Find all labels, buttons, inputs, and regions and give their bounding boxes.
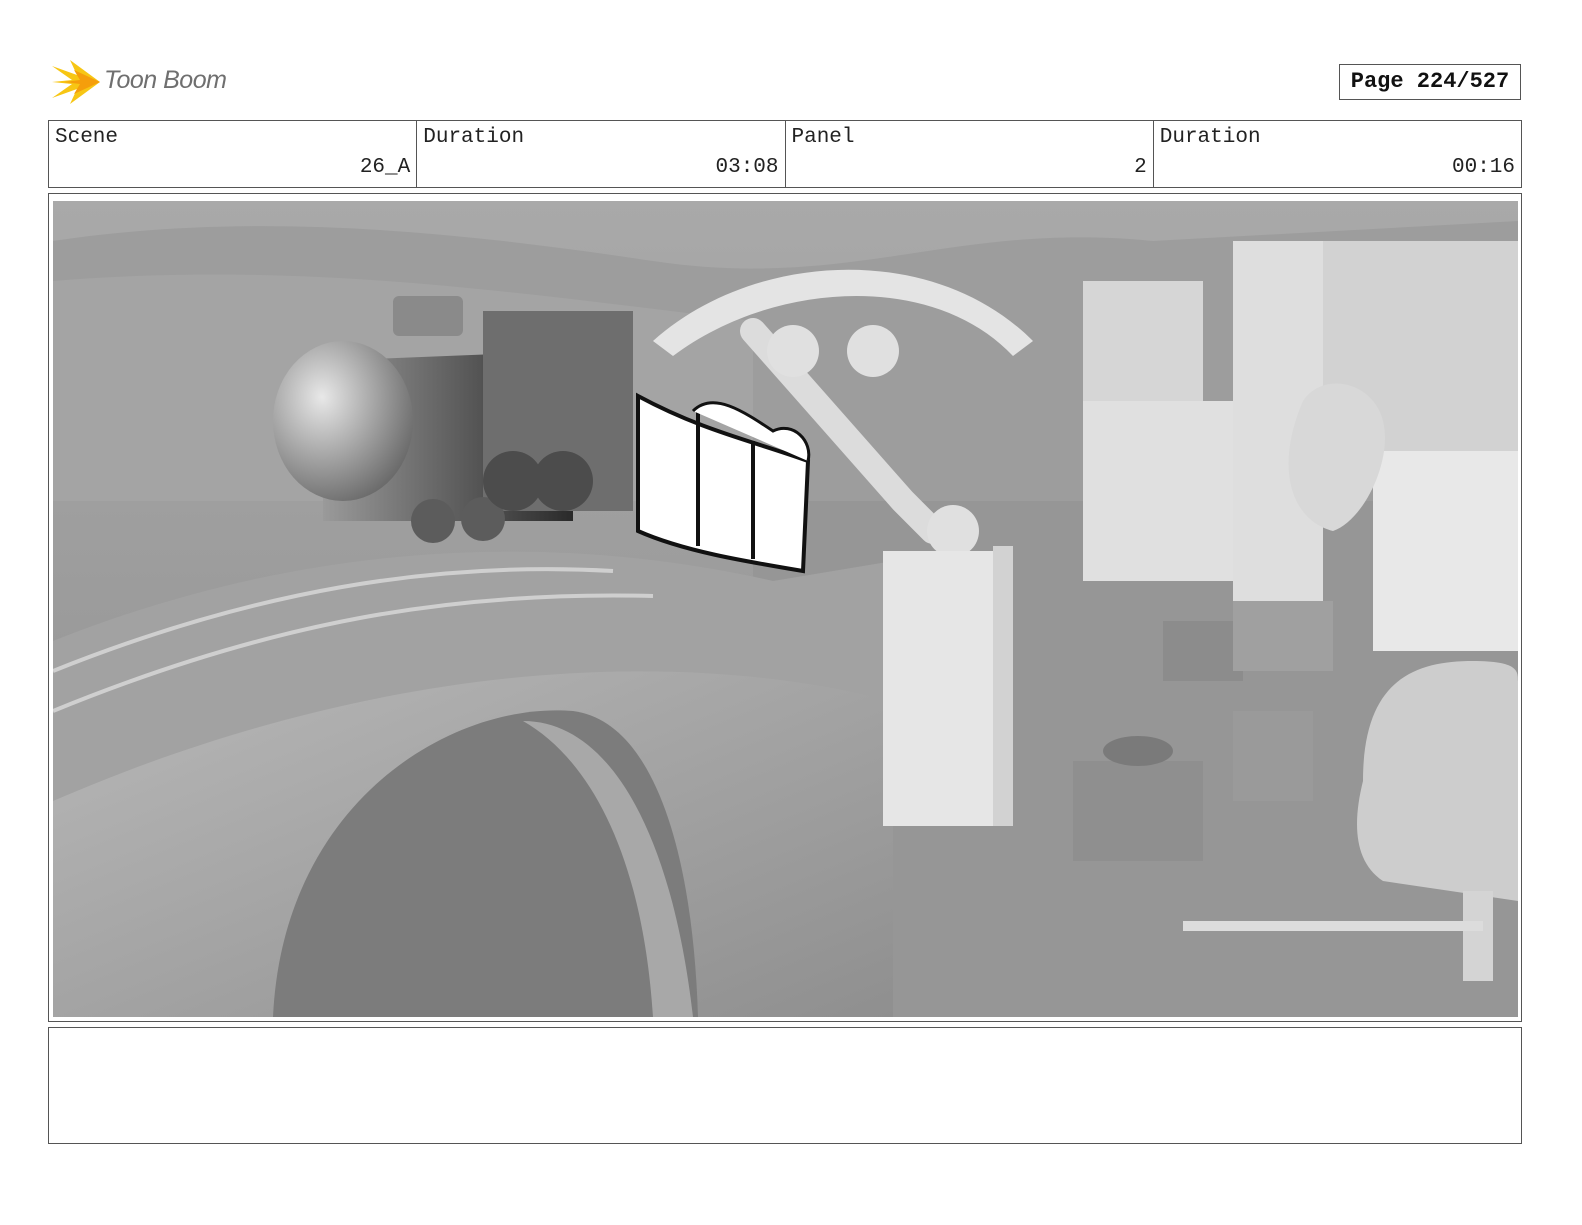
toon-boom-logo: Toon Boom: [50, 56, 250, 108]
scene-label: Scene: [55, 126, 119, 149]
scene-info-table: Scene 26_A Duration 03:08 Panel 2 Durati…: [48, 120, 1522, 188]
page-number: Page 224/527: [1339, 64, 1521, 100]
brand-name: Toon Boom: [104, 66, 227, 94]
panel-duration-label: Duration: [1159, 126, 1261, 149]
scene-duration-cell: Duration 03:08: [417, 121, 786, 187]
storyboard-render-illustration: [53, 201, 1518, 1017]
panel-value: 2: [1134, 156, 1147, 179]
panel-label: Panel: [791, 126, 855, 149]
panel-duration-value: 00:16: [1451, 156, 1515, 179]
starburst-logo-icon: [52, 60, 100, 104]
panel-duration-cell: Duration 00:16: [1154, 121, 1521, 187]
panel-frame: [48, 193, 1522, 1022]
panel-notes: [48, 1027, 1522, 1144]
scene-duration-label: Duration: [423, 126, 525, 149]
storyboard-panel-image: [53, 201, 1518, 1017]
scene-value: 26_A: [359, 156, 411, 179]
panel-cell: Panel 2: [786, 121, 1154, 187]
scene-cell: Scene 26_A: [49, 121, 418, 187]
scene-duration-value: 03:08: [715, 156, 779, 179]
